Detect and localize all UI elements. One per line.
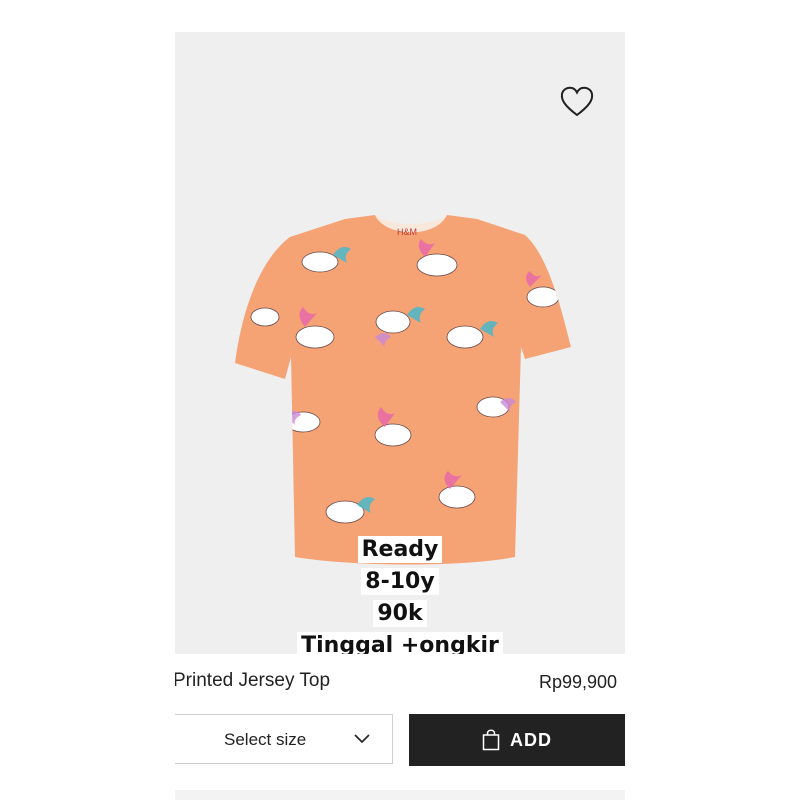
overlay-line-age: 8-10y	[175, 568, 625, 595]
brand-tag: H&M	[397, 227, 417, 237]
shirt-illustration: H&M	[235, 215, 571, 565]
product-name[interactable]: Printed Jersey Top	[175, 670, 330, 692]
size-select[interactable]: Select size	[175, 714, 393, 764]
product-page: H&M Ready 8-10y 90k Tinggal +ongkir Prin…	[175, 0, 625, 800]
add-button-label: ADD	[510, 729, 552, 750]
shopping-bag-icon	[482, 729, 500, 751]
heart-icon[interactable]	[559, 84, 595, 120]
product-price: Rp99,900	[539, 672, 618, 692]
size-select-label: Select size	[224, 730, 307, 749]
product-image: H&M Ready 8-10y 90k Tinggal +ongkir	[175, 32, 625, 659]
chevron-down-icon	[354, 734, 370, 744]
add-to-bag-button[interactable]: ADD	[409, 714, 625, 766]
overlay-line-price: 90k	[175, 600, 625, 627]
overlay-line-ready: Ready	[175, 536, 625, 563]
next-item-strip	[175, 790, 625, 800]
